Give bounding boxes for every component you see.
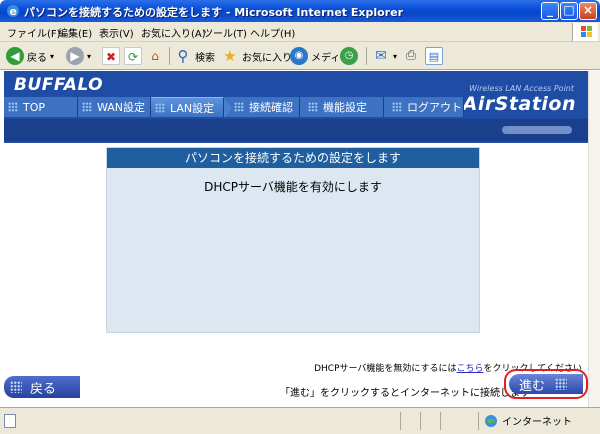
search-label: 検索 (195, 52, 215, 64)
home-icon: ⌂ (151, 49, 159, 63)
favorites-button[interactable]: ★ お気に入り (221, 46, 292, 66)
back-button[interactable]: 戻る (4, 376, 80, 398)
disable-dhcp-link[interactable]: こちら (457, 364, 484, 374)
dots-icon (555, 378, 568, 390)
tab-wan-settings[interactable]: WAN設定 (78, 97, 151, 117)
instruction-text: 「進む」をクリックするとインターネットに接続します (280, 388, 530, 399)
zone-label: インターネット (502, 417, 572, 428)
dots-icon (10, 381, 22, 393)
back-nav-label: 戻る (27, 52, 47, 64)
page-icon (4, 414, 16, 428)
back-nav-button[interactable]: ◀ 戻る ▾ (6, 46, 54, 66)
status-bar: インターネット (0, 407, 600, 434)
product-tagline: Wireless LAN Access Point (468, 84, 574, 93)
dots-icon (155, 102, 165, 113)
status-divider (400, 412, 401, 430)
forward-arrow-icon: ▶ (66, 47, 84, 65)
dots-icon (234, 102, 244, 112)
forward-nav-button[interactable]: ▶ ▾ (66, 46, 91, 66)
next-label: 進む (519, 378, 546, 394)
status-divider (420, 412, 421, 430)
svg-text:e: e (10, 5, 17, 18)
note-prefix: DHCPサーバ機能を無効にするには (314, 364, 457, 374)
chevron-down-icon: ▾ (393, 51, 398, 61)
mail-button[interactable]: ✉ ▾ (372, 46, 397, 66)
back-label: 戻る (30, 381, 57, 397)
status-divider (478, 412, 479, 430)
tab-logout[interactable]: ログアウト (388, 97, 464, 117)
close-button[interactable]: × (579, 2, 597, 20)
chevron-down-icon: ▾ (50, 51, 55, 61)
tab-lan-settings[interactable]: LAN設定 (151, 97, 232, 118)
dots-icon (308, 102, 318, 112)
dots-icon (392, 102, 402, 112)
tab-label: 機能設定 (323, 101, 367, 114)
tab-label: ログアウト (407, 101, 462, 114)
stop-button[interactable]: ✖ (102, 46, 120, 66)
mail-icon: ✉ (375, 48, 387, 64)
title-bar: e パソコンを接続するための設定をします - Microsoft Interne… (0, 0, 600, 22)
next-button-highlight: 進む (504, 369, 588, 399)
dots-icon (8, 102, 18, 112)
tab-top[interactable]: TOP (4, 97, 78, 117)
router-header: BUFFALO Wireless LAN Access Point AirSta… (4, 71, 588, 143)
airstation-logo: AirStation (462, 93, 576, 115)
chevron-down-icon: ▾ (87, 51, 92, 61)
menu-edit[interactable]: 編集(E) (58, 25, 92, 40)
next-button[interactable]: 進む (509, 374, 583, 394)
edit-button[interactable]: ▤ (425, 46, 443, 66)
tab-connection-check[interactable]: 接続確認 (230, 97, 300, 117)
page-content: BUFFALO Wireless LAN Access Point AirSta… (4, 71, 588, 407)
history-button[interactable]: ◷ (340, 46, 358, 66)
toolbar-divider (169, 47, 170, 65)
menu-favorites[interactable]: お気に入り(A) (141, 25, 206, 40)
blurred-info (502, 126, 572, 134)
minimize-button[interactable]: _ (541, 2, 559, 20)
vertical-scrollbar[interactable] (588, 71, 600, 407)
panel-message: DHCPサーバ機能を有効にします (204, 180, 382, 194)
printer-icon: ⎙ (405, 48, 417, 63)
tab-label: WAN設定 (97, 101, 146, 114)
back-arrow-icon: ◀ (6, 47, 24, 65)
toolbar-divider (366, 47, 367, 65)
panel-title: パソコンを接続するための設定をします (107, 148, 479, 168)
history-icon: ◷ (340, 47, 358, 65)
menu-tools[interactable]: ツール(T) (203, 25, 247, 40)
refresh-icon: ⟳ (124, 47, 142, 65)
stop-icon: ✖ (102, 47, 120, 65)
menu-file[interactable]: ファイル(F) (7, 25, 61, 40)
refresh-button[interactable]: ⟳ (124, 46, 142, 66)
internet-explorer-icon: e (7, 5, 19, 18)
home-button[interactable]: ⌂ (146, 46, 164, 66)
search-icon: ⚲ (177, 47, 189, 65)
edit-window-icon: ▤ (425, 47, 443, 65)
tab-label: 接続確認 (249, 101, 293, 114)
window-title: パソコンを接続するための設定をします - Microsoft Internet … (24, 6, 403, 19)
search-button[interactable]: ⚲ 検索 (174, 46, 216, 66)
toolbar: ◀ 戻る ▾ ▶ ▾ ✖ ⟳ ⌂ ⚲ 検索 ★ お気に入り ◉ メディア ◷ ✉… (0, 42, 600, 70)
security-zone: インターネット (484, 413, 572, 428)
header-subbar (4, 119, 588, 141)
dots-icon (82, 102, 92, 112)
tab-feature-settings[interactable]: 機能設定 (304, 97, 384, 117)
print-button[interactable]: ⎙ (402, 46, 420, 66)
favorites-label: お気に入り (242, 52, 292, 64)
settings-panel: パソコンを接続するための設定をします DHCPサーバ機能を有効にします (106, 147, 480, 333)
star-icon: ★ (223, 47, 237, 65)
maximize-button[interactable]: □ (560, 2, 578, 20)
globe-icon (485, 414, 497, 427)
menu-bar: ファイル(F) 編集(E) 表示(V) お気に入り(A) ツール(T) ヘルプ(… (0, 22, 600, 42)
menu-help[interactable]: ヘルプ(H) (250, 25, 295, 40)
status-divider (440, 412, 441, 430)
windows-flag-icon (572, 23, 598, 41)
buffalo-logo: BUFFALO (14, 75, 104, 95)
tab-label: TOP (23, 100, 46, 114)
media-globe-icon: ◉ (290, 47, 308, 65)
tab-label: LAN設定 (170, 101, 215, 115)
menu-view[interactable]: 表示(V) (99, 25, 134, 40)
